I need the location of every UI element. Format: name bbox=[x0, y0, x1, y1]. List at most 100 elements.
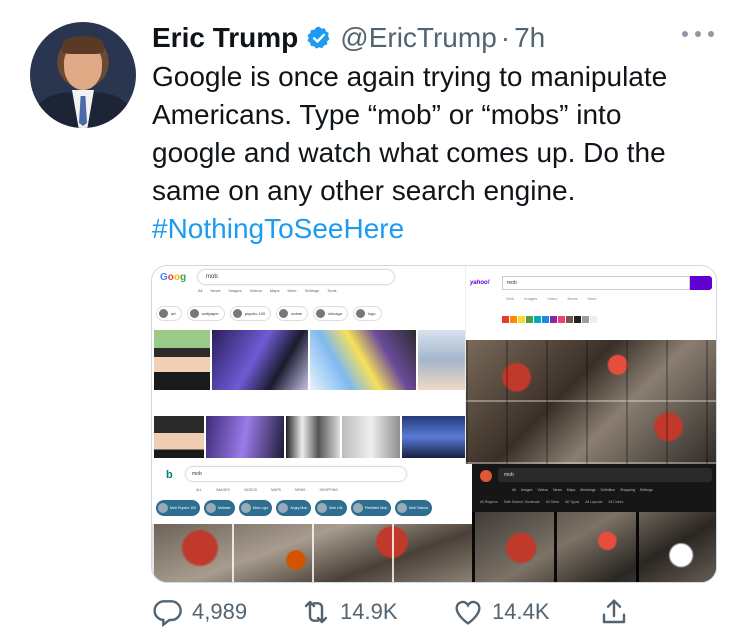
google-logo: Goog bbox=[160, 272, 187, 283]
google-tab: Videos bbox=[249, 288, 262, 293]
heart-icon bbox=[455, 600, 481, 625]
retweet-button[interactable]: 14.9K bbox=[300, 596, 398, 628]
author-handle[interactable]: @EricTrump bbox=[340, 22, 497, 54]
google-tab: Tools bbox=[327, 288, 337, 293]
google-tab: All bbox=[198, 288, 203, 293]
tweet-media-image[interactable]: Goog mob All News Images Videos Maps Mor… bbox=[151, 265, 717, 583]
ddg-tab: Settings bbox=[639, 488, 653, 492]
anime-thumbnail bbox=[286, 416, 340, 458]
ddg-tab: News bbox=[553, 488, 562, 492]
google-chip: wallpaper bbox=[186, 306, 225, 321]
yahoo-tab: News bbox=[567, 296, 578, 301]
bing-tab: VIDEOS bbox=[243, 488, 258, 492]
duckduckgo-crowd-photos bbox=[472, 512, 716, 582]
google-results-screenshot: Goog mob All News Images Videos Maps Mor… bbox=[152, 266, 465, 464]
like-button[interactable]: 14.4K bbox=[452, 596, 550, 628]
ddg-filter: All Regions bbox=[480, 500, 498, 504]
ddg-filter: Safe Search: Moderate bbox=[503, 500, 540, 504]
verified-badge-icon bbox=[307, 26, 330, 49]
bing-crowd-photos bbox=[152, 524, 472, 582]
ddg-tab: Meanings bbox=[580, 488, 596, 492]
more-options-icon[interactable] bbox=[682, 28, 714, 40]
ddg-tab: Definition bbox=[600, 488, 616, 492]
retweet-icon bbox=[304, 600, 328, 624]
duckduckgo-logo-icon bbox=[480, 470, 492, 482]
retweet-count: 14.9K bbox=[340, 599, 398, 624]
ddg-tab: Shopping bbox=[620, 488, 635, 492]
yahoo-tabs: Web Images Video News More bbox=[506, 296, 597, 301]
anime-thumbnail bbox=[342, 416, 400, 458]
bing-tabs: ALL IMAGES VIDEOS MAPS NEWS SHOPPING bbox=[196, 488, 338, 492]
yahoo-tab: More bbox=[587, 296, 597, 301]
bing-chip: Mob Life bbox=[315, 500, 347, 516]
avatar-hair bbox=[62, 36, 104, 54]
google-tab: More bbox=[287, 288, 297, 293]
hashtag-link[interactable]: #NothingToSeeHere bbox=[152, 213, 404, 244]
bing-chip: Mob Psycho 100 bbox=[156, 500, 201, 516]
bing-chip: PlexMark Mob bbox=[350, 500, 392, 516]
bing-tab: NEWS bbox=[295, 488, 306, 492]
reply-button[interactable]: 4,989 bbox=[152, 596, 247, 628]
google-chip: anime bbox=[276, 306, 309, 321]
anime-thumbnail bbox=[212, 330, 308, 390]
bing-search-box: mob bbox=[186, 467, 406, 481]
yahoo-search-box: mob bbox=[502, 276, 690, 290]
google-tab: News bbox=[210, 288, 221, 293]
duckduckgo-tabs: All Images Videos News Maps Meanings Def… bbox=[512, 488, 653, 492]
google-search-box: mob bbox=[198, 270, 394, 284]
bing-logo: b bbox=[166, 469, 173, 481]
bing-chip: Mob Logo bbox=[238, 500, 273, 516]
ddg-tab: Videos bbox=[537, 488, 549, 492]
author-name[interactable]: Eric Trump bbox=[152, 22, 298, 54]
yahoo-tab: Video bbox=[547, 296, 558, 301]
tweet-timestamp[interactable]: 7h bbox=[514, 22, 545, 54]
ddg-tab: Images bbox=[520, 488, 533, 492]
anime-thumbnail bbox=[402, 416, 465, 458]
duckduckgo-results-screenshot: mob All Images Videos News Maps Meanings… bbox=[472, 464, 716, 582]
bing-tab: ALL bbox=[196, 488, 203, 492]
anime-thumbnail bbox=[206, 416, 284, 458]
separator-dot: · bbox=[500, 22, 511, 53]
anime-thumbnail bbox=[154, 330, 210, 390]
reply-count: 4,989 bbox=[192, 599, 248, 624]
anime-thumbnail bbox=[154, 416, 204, 458]
bing-tab: SHOPPING bbox=[319, 488, 338, 492]
anime-thumbnail bbox=[310, 330, 416, 390]
yahoo-color-filter bbox=[502, 316, 597, 323]
yahoo-crowd-photos bbox=[466, 340, 716, 464]
yahoo-results-screenshot: yahoo! mob Web Images Video News More bbox=[465, 266, 716, 464]
bing-related-chips: Mob Psycho 100 Mobster Mob Logo Angry Mo… bbox=[156, 500, 433, 516]
yahoo-tab: Web bbox=[506, 296, 515, 301]
google-chip: art bbox=[156, 306, 182, 321]
yahoo-tab: Images bbox=[524, 296, 538, 301]
reply-icon bbox=[153, 600, 182, 628]
google-chip: psycho 100 bbox=[229, 306, 272, 321]
anime-thumbnail bbox=[418, 330, 465, 390]
yahoo-logo: yahoo! bbox=[470, 280, 490, 286]
google-tab: Maps bbox=[269, 288, 280, 293]
ddg-filter: All Colors bbox=[608, 500, 624, 504]
tweet-header: Eric Trump @EricTrump · 7h bbox=[152, 18, 545, 58]
google-tab: Settings bbox=[304, 288, 320, 293]
share-icon bbox=[602, 599, 626, 624]
bing-results-screenshot: b mob ALL IMAGES VIDEOS MAPS NEWS SHOPPI… bbox=[152, 464, 472, 582]
google-related-chips: art wallpaper psycho 100 anime chicago l… bbox=[156, 306, 461, 321]
duckduckgo-filters: All Regions Safe Search: Moderate All Si… bbox=[480, 500, 623, 504]
bing-chip: Mob Tattoos bbox=[395, 500, 433, 516]
ddg-tab: Maps bbox=[566, 488, 576, 492]
bing-tab: MAPS bbox=[271, 488, 282, 492]
like-count: 14.4K bbox=[492, 599, 550, 624]
bing-chip: Mobster bbox=[204, 500, 235, 516]
tweet-body: Google is once again trying to manipulat… bbox=[152, 61, 668, 206]
duckduckgo-search-box: mob bbox=[498, 468, 712, 482]
tweet-actions: 4,989 14.9K 14.4K bbox=[152, 596, 632, 630]
ddg-filter: All Layouts bbox=[585, 500, 603, 504]
google-chip: logo bbox=[352, 306, 382, 321]
profile-avatar[interactable] bbox=[30, 22, 136, 128]
share-button[interactable] bbox=[598, 596, 630, 628]
google-tab: Images bbox=[228, 288, 242, 293]
tweet-text: Google is once again trying to manipulat… bbox=[152, 58, 712, 248]
ddg-tab: All bbox=[512, 488, 516, 492]
ddg-filter: All Types bbox=[565, 500, 580, 504]
bing-chip: Angry Mob bbox=[276, 500, 312, 516]
